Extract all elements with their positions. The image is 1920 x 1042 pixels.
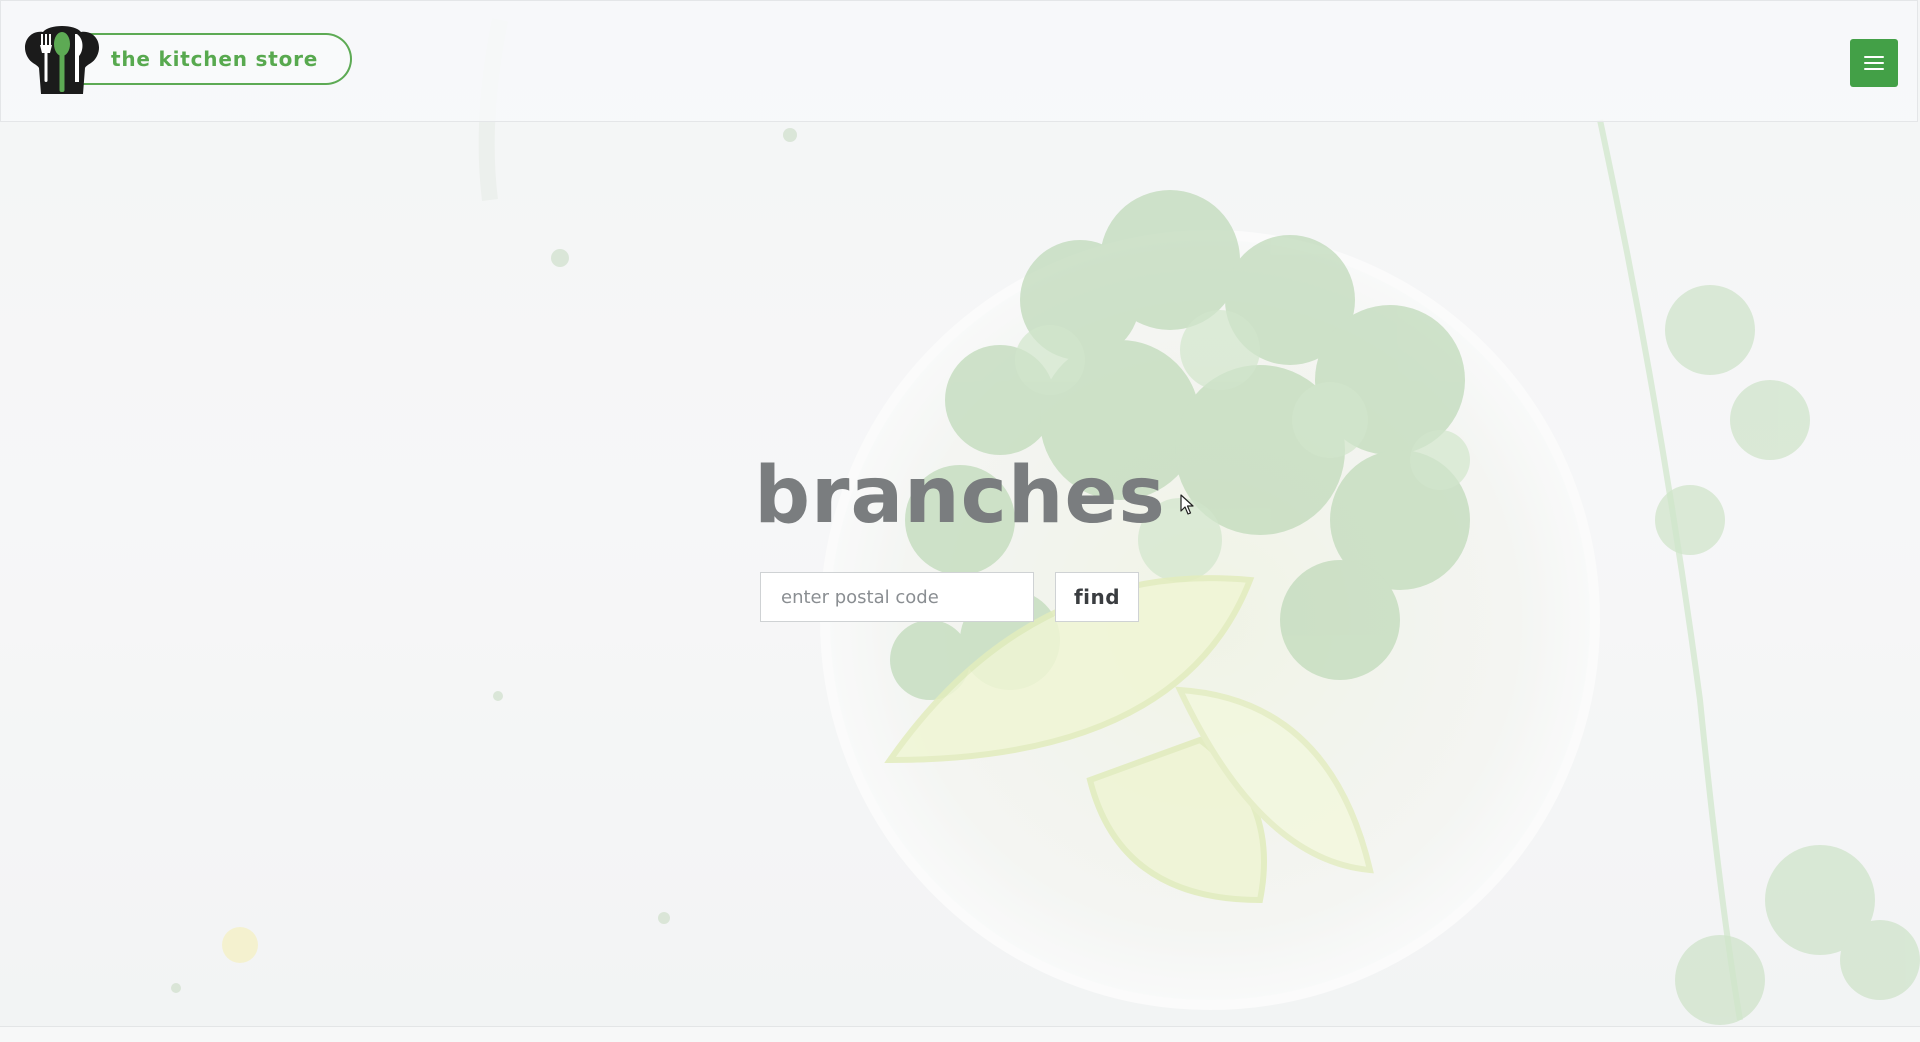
brand-name: the kitchen store (111, 47, 319, 71)
site-header: the kitchen store (0, 0, 1918, 122)
hamburger-menu-icon-bar-2 (1864, 62, 1884, 64)
postal-search-form: find (760, 572, 1139, 622)
brand-pill: the kitchen store (71, 33, 353, 85)
hamburger-menu-icon (1864, 56, 1884, 58)
mouse-cursor-icon (1180, 494, 1194, 515)
menu-toggle-button[interactable] (1850, 39, 1898, 87)
page-footer-edge (0, 1026, 1920, 1042)
find-button[interactable]: find (1055, 572, 1139, 622)
chef-hat-cutlery-logo-icon (24, 26, 100, 94)
page-title: branches (754, 451, 1166, 541)
hamburger-menu-icon-bar-3 (1864, 68, 1884, 70)
brand-home-link[interactable]: the kitchen store (21, 26, 353, 94)
page: the kitchen store branches find (0, 0, 1920, 1042)
postal-code-input[interactable] (760, 572, 1034, 622)
